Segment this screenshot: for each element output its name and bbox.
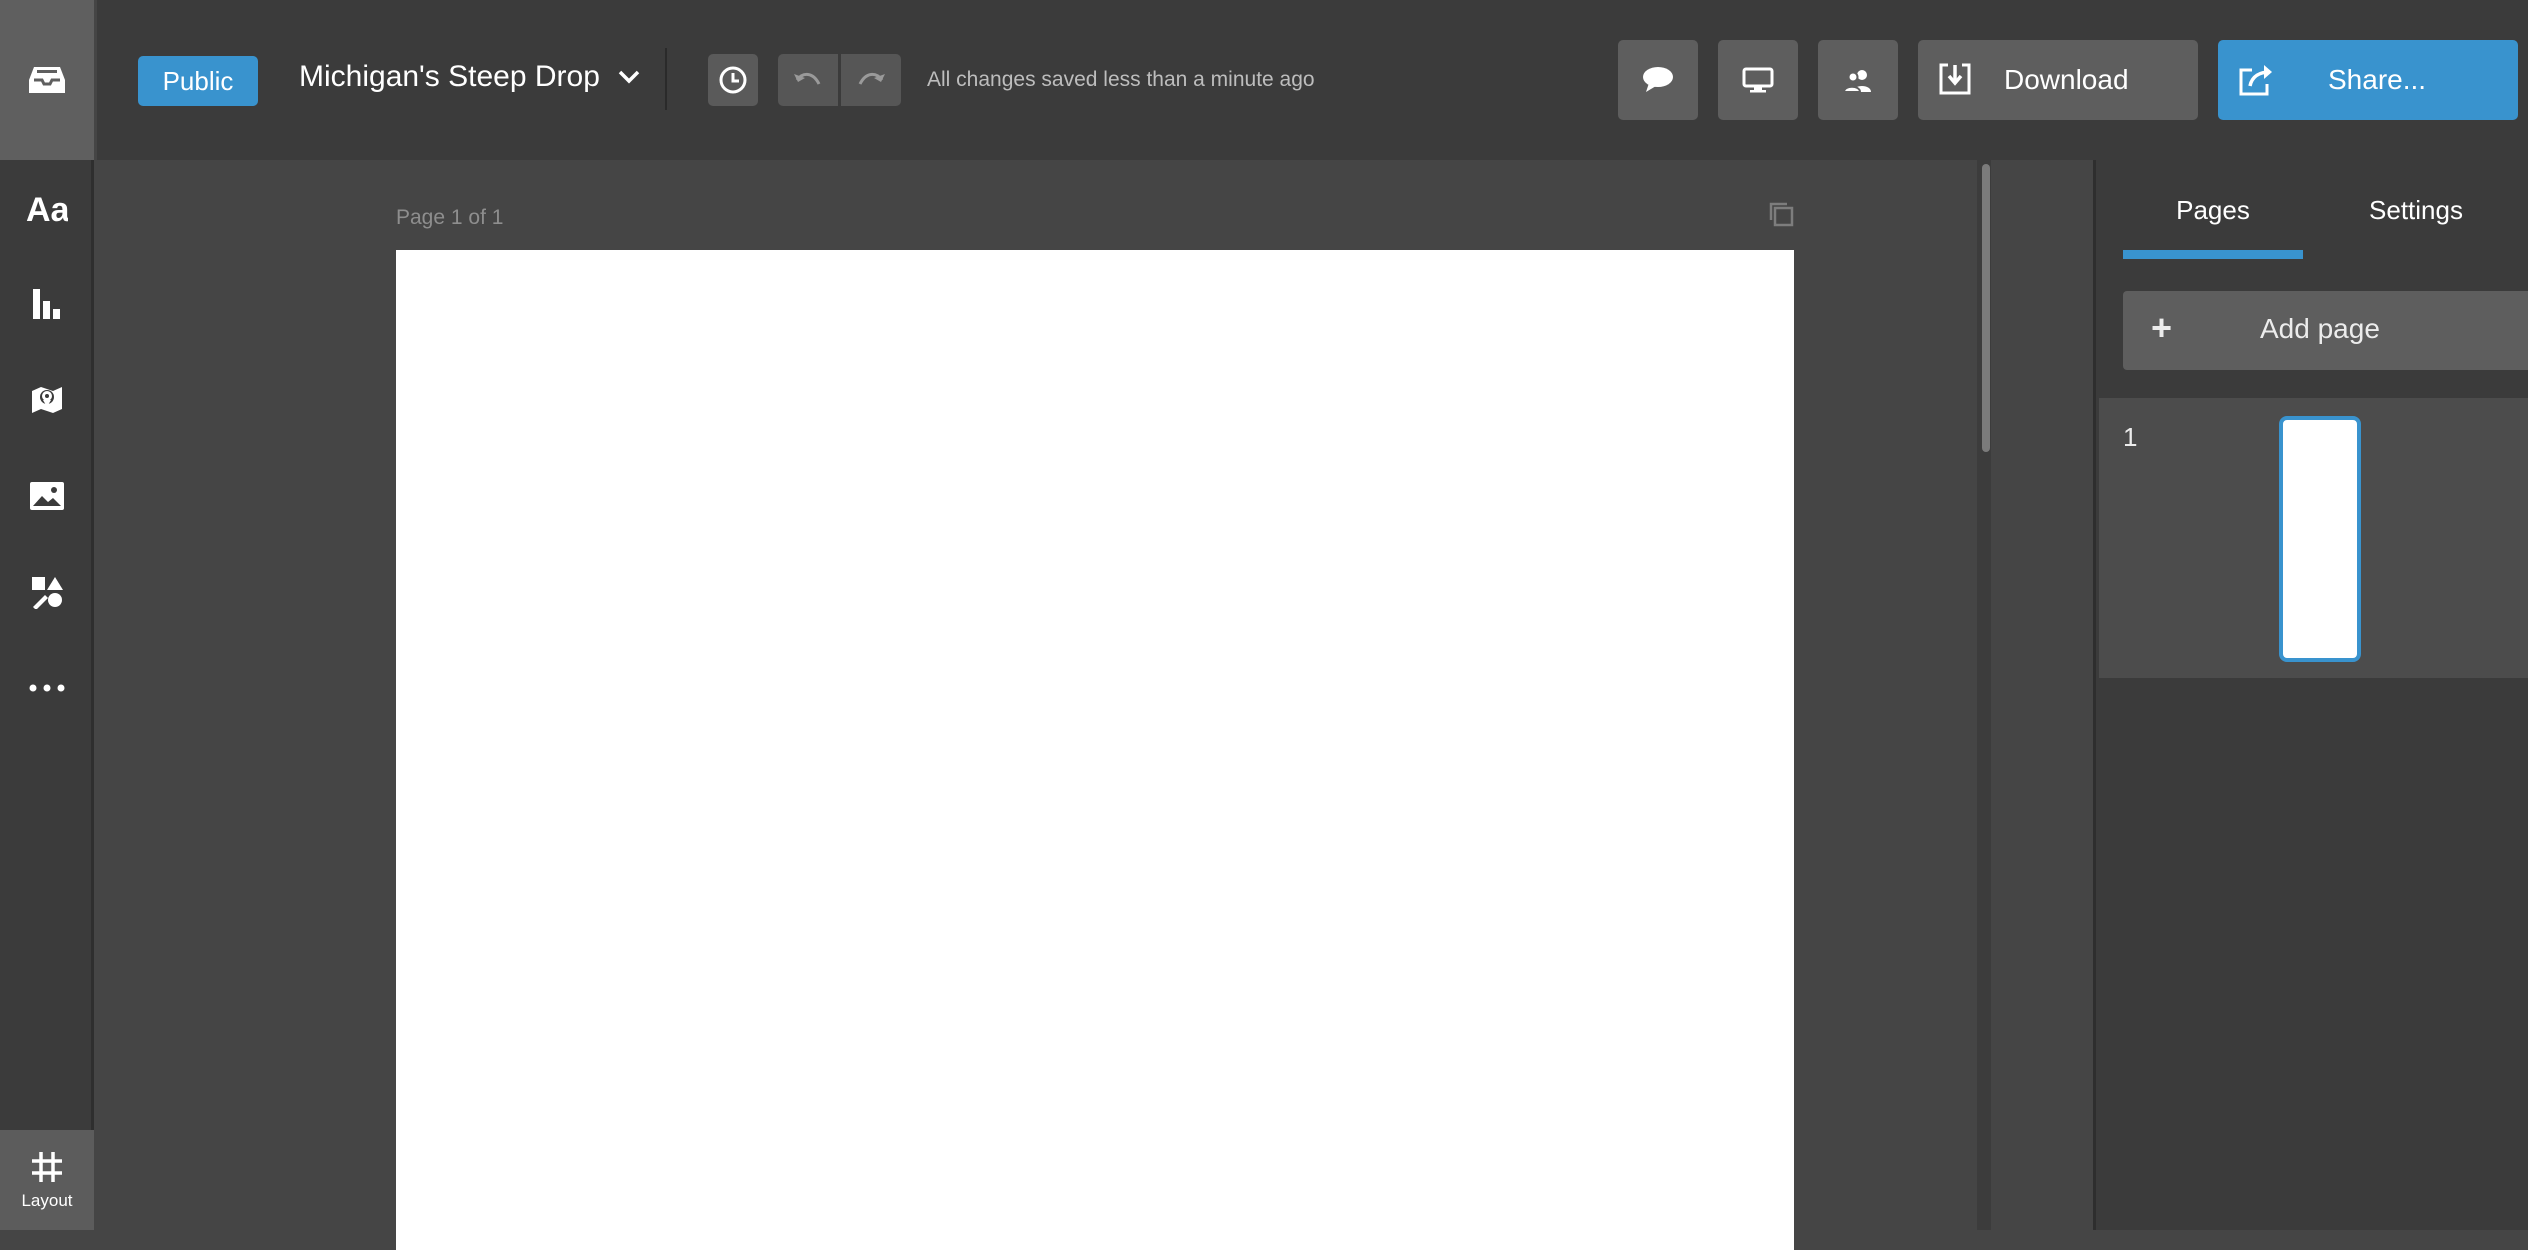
comments-button[interactable]: [1618, 40, 1698, 120]
shapes-icon: [32, 577, 63, 609]
page-thumbnail-row[interactable]: 1: [2099, 398, 2528, 678]
tab-settings[interactable]: Settings: [2326, 160, 2506, 260]
share-icon: [2239, 65, 2272, 96]
tool-rail: Aa Layout: [0, 0, 94, 1230]
text-aa-icon: Aa: [26, 191, 68, 225]
monitor-icon: [1742, 67, 1774, 93]
more-tools-button[interactable]: [0, 648, 94, 728]
duplicate-page-button[interactable]: [1767, 200, 1795, 233]
page-indicator: Page 1 of 1: [396, 206, 504, 229]
clock-icon: [719, 66, 747, 94]
add-page-button[interactable]: + Add page: [2123, 291, 2528, 370]
save-status-text: All changes saved less than a minute ago: [927, 68, 1315, 91]
visibility-badge[interactable]: Public: [138, 56, 258, 106]
layout-label: Layout: [21, 1191, 73, 1210]
tab-pages[interactable]: Pages: [2123, 160, 2303, 260]
toolbar-divider: [665, 48, 667, 110]
editor-canvas[interactable]: Page 1 of 1: [97, 160, 2075, 1250]
redo-icon: [858, 73, 885, 85]
more-dots-icon: [29, 684, 65, 692]
speech-bubble-icon: [1643, 67, 1673, 92]
canvas-scrollbar-thumb[interactable]: [1982, 164, 1990, 452]
present-button[interactable]: [1718, 40, 1798, 120]
plus-icon: +: [2151, 307, 2173, 348]
version-history-button[interactable]: [708, 54, 758, 106]
share-button[interactable]: Share...: [2218, 40, 2518, 120]
users-icon: [1842, 70, 1871, 93]
duplicate-icon: [1769, 202, 1794, 227]
bar-chart-icon: [33, 289, 60, 319]
download-label: Download: [2004, 64, 2129, 95]
download-button[interactable]: Download: [1918, 40, 2198, 120]
chevron-down-icon: [618, 70, 640, 84]
undo-button[interactable]: [778, 54, 838, 106]
map-tool-button[interactable]: [0, 360, 94, 440]
image-tool-button[interactable]: [0, 456, 94, 536]
tray-icon: [29, 67, 65, 93]
page-thumbnail[interactable]: [2279, 416, 2361, 662]
document-title: Michigan's Steep Drop: [299, 60, 600, 93]
redo-button[interactable]: [841, 54, 901, 106]
map-pin-icon: [32, 387, 62, 413]
active-tab-indicator: [2123, 250, 2303, 259]
document-title-dropdown[interactable]: Michigan's Steep Drop: [299, 60, 640, 94]
page-canvas[interactable]: [396, 250, 1794, 1250]
image-icon: [30, 482, 64, 510]
share-label: Share...: [2328, 64, 2427, 95]
right-panel: Pages Settings + Add page 1: [2093, 160, 2528, 1230]
shapes-tool-button[interactable]: [0, 552, 94, 632]
home-tray-button[interactable]: [0, 0, 94, 160]
collaborators-button[interactable]: [1818, 40, 1898, 120]
undo-icon: [794, 73, 821, 85]
text-tool-button[interactable]: Aa: [0, 168, 94, 248]
svg-text:Aa: Aa: [26, 191, 68, 225]
download-icon: [1939, 63, 1971, 95]
chart-tool-button[interactable]: [0, 264, 94, 344]
layout-tool-button[interactable]: Layout: [0, 1130, 94, 1230]
grid-hash-icon: [32, 1152, 62, 1182]
page-number: 1: [2123, 422, 2138, 452]
add-page-label: Add page: [2260, 313, 2380, 344]
top-bar: Public Michigan's Steep Drop All changes…: [97, 0, 2528, 160]
